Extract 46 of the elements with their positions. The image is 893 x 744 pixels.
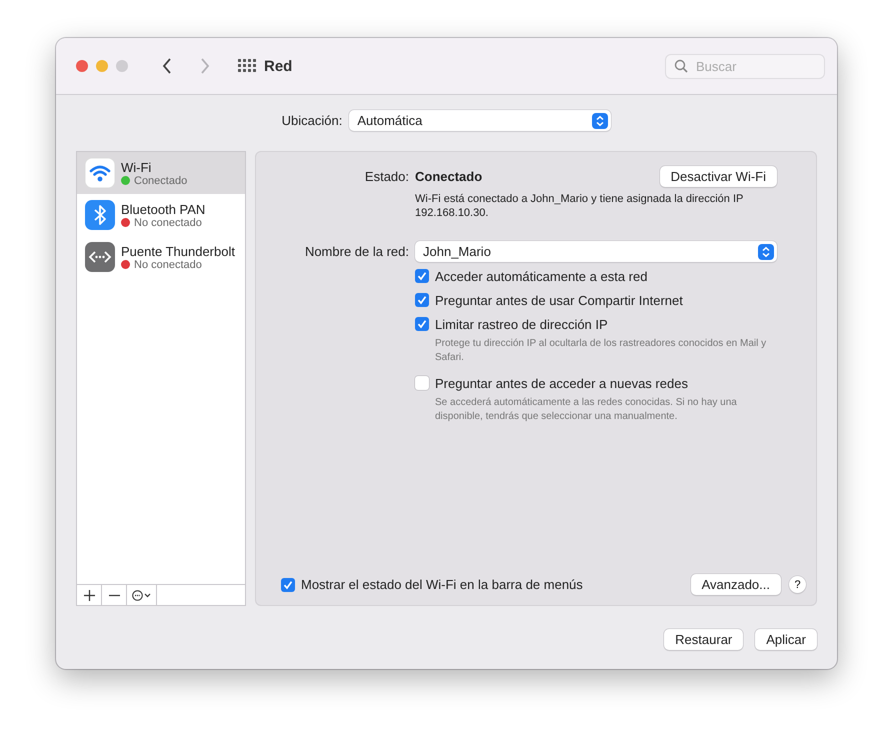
add-icon (84, 590, 94, 600)
option-label: Preguntar antes de acceder a nuevas redes (435, 376, 688, 390)
option-note: Se accederá automáticamente a las redes conocidas. Si no hay una disponible, tendrás que seleccionar una manualmente. (435, 396, 738, 424)
advanced-button[interactable]: Avanzado... (690, 574, 781, 595)
option-label: Mostrar el estado del Wi-Fi en la barra de menús (301, 577, 583, 592)
stepper-icon (592, 112, 608, 128)
option-label: Acceder automáticamente a esta red (435, 268, 648, 284)
close-button[interactable] (76, 60, 88, 72)
bluetooth-icon (85, 200, 115, 230)
checkbox[interactable] (415, 317, 429, 331)
network-dropdown[interactable]: John_Mario (415, 241, 777, 262)
grid-icon[interactable] (238, 59, 256, 73)
stepper-icon (758, 244, 774, 260)
service-status: Conectado (134, 174, 188, 186)
service-name: Puente Thunderbolt (121, 244, 235, 258)
search-icon (674, 59, 688, 73)
network-label: Nombre de la red: (304, 244, 409, 259)
more-icon (132, 590, 152, 600)
help-button[interactable]: ? (789, 576, 806, 593)
option-note: Protege tu dirección IP al ocultarla de los rastreadores conocidos en Mail y Safari. (435, 337, 768, 365)
footer-button[interactable]: Aplicar (755, 629, 817, 650)
service-name: Wi-Fi (121, 160, 152, 174)
location-label: Ubicación: (282, 113, 342, 128)
disable-wifi-button[interactable]: Desactivar Wi-Fi (660, 166, 777, 187)
service-status: No conectado (134, 216, 202, 228)
status-label: Estado: (364, 169, 409, 184)
option-label: Preguntar antes de usar Compartir Internet (435, 292, 683, 308)
checkbox[interactable] (415, 376, 429, 390)
footer-button[interactable]: Restaurar (664, 629, 744, 650)
back-icon[interactable] (162, 58, 172, 74)
wifi-icon (85, 158, 115, 188)
connection-icon (85, 242, 115, 272)
service-name: Bluetooth PAN (121, 202, 206, 216)
status-description: Wi-Fi está conectado a John_Mario y tiene asignada la dirección IP 192.168.10.30. (415, 192, 744, 220)
status-value: Conectado (415, 169, 482, 184)
checkbox[interactable] (415, 269, 429, 283)
service-status: No conectado (134, 258, 202, 270)
service-item[interactable]: Wi-Fi Conectado (77, 152, 245, 194)
location-dropdown[interactable]: Automática (349, 110, 612, 131)
option-label: Limitar rastreo de dirección IP (435, 316, 608, 332)
window-title: Red (264, 58, 292, 74)
checkbox[interactable] (281, 578, 295, 592)
checkbox[interactable] (415, 293, 429, 307)
search-field[interactable]: Buscar (665, 54, 825, 78)
service-item[interactable]: Puente Thunderbolt No conectado (77, 236, 245, 278)
service-item[interactable]: Bluetooth PAN No conectado (77, 194, 245, 236)
